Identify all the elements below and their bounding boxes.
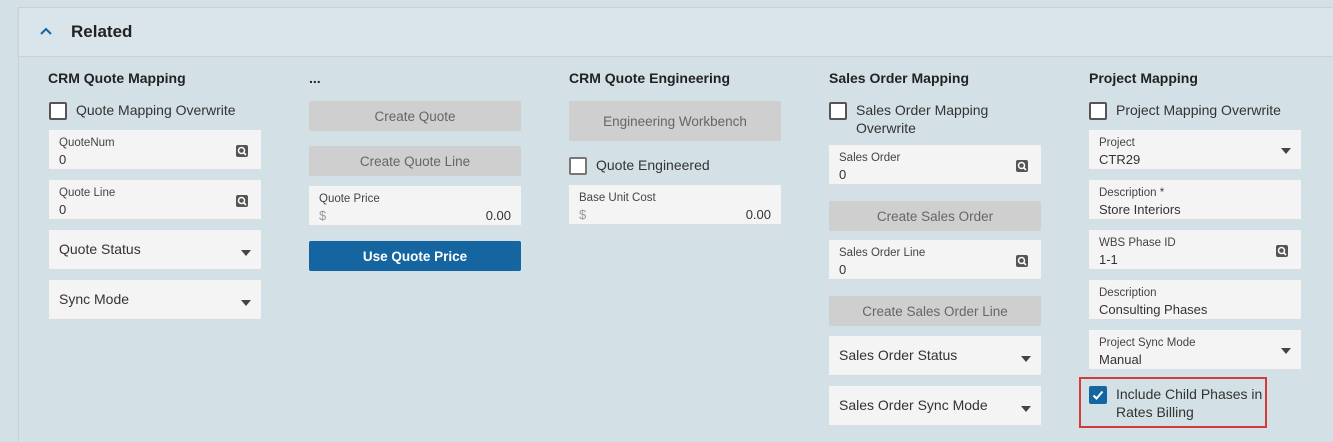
sales-order-line-field[interactable]: Sales Order Line 0	[829, 240, 1041, 280]
quote-engineered-checkbox[interactable]	[569, 157, 587, 175]
quote-engineered-label: Quote Engineered	[596, 157, 710, 173]
use-quote-price-button[interactable]: Use Quote Price	[309, 241, 521, 271]
wbs-phase-id-label: WBS Phase ID	[1099, 237, 1176, 249]
include-child-phases-checkbox[interactable]	[1089, 386, 1107, 404]
sales-order-field[interactable]: Sales Order 0	[829, 145, 1041, 185]
quotenum-field[interactable]: QuoteNum 0	[49, 130, 261, 170]
include-child-phases-label: Include Child Phases in Rates Billing	[1116, 385, 1262, 421]
quote-line-label: Quote Line	[59, 187, 116, 199]
sales-order-value[interactable]: 0	[839, 167, 846, 182]
create-sales-order-line-button[interactable]: Create Sales Order Line	[829, 296, 1041, 326]
description-value[interactable]: Store Interiors	[1099, 202, 1181, 217]
sales-order-label: Sales Order	[839, 152, 901, 164]
ellipsis-title: ...	[309, 70, 321, 86]
sales-order-mapping-overwrite[interactable]: Sales Order Mapping Overwrite	[829, 101, 988, 137]
sales-order-line-value[interactable]: 0	[839, 262, 846, 277]
checkmark-icon	[1092, 390, 1104, 400]
quotenum-value[interactable]: 0	[59, 152, 66, 167]
sync-mode-select[interactable]: Sync Mode	[49, 280, 261, 320]
search-icon[interactable]	[1275, 244, 1289, 258]
quote-price-label: Quote Price	[319, 193, 380, 205]
crm-quote-mapping-title: CRM Quote Mapping	[48, 70, 186, 86]
phase-description-field[interactable]: Description Consulting Phases	[1089, 280, 1301, 320]
sales-order-status-label: Sales Order Status	[839, 347, 958, 363]
description-field[interactable]: Description * Store Interiors	[1089, 180, 1301, 220]
sales-order-status-select[interactable]: Sales Order Status	[829, 336, 1041, 376]
create-quote-line-button[interactable]: Create Quote Line	[309, 146, 521, 176]
quote-status-label: Quote Status	[59, 241, 141, 257]
overwrite-label-line2: Overwrite	[856, 120, 916, 136]
quote-line-value[interactable]: 0	[59, 202, 66, 217]
engineering-workbench-button[interactable]: Engineering Workbench	[569, 101, 781, 141]
sales-order-sync-mode-select[interactable]: Sales Order Sync Mode	[829, 386, 1041, 426]
project-value[interactable]: CTR29	[1099, 152, 1140, 167]
search-icon[interactable]	[1015, 254, 1029, 268]
crm-quote-engineering-title: CRM Quote Engineering	[569, 70, 730, 86]
description-label: Description *	[1099, 187, 1165, 199]
project-mapping-overwrite[interactable]: Project Mapping Overwrite	[1089, 101, 1281, 120]
quote-price-field[interactable]: Quote Price $ 0.00	[309, 186, 521, 226]
project-sync-mode-label: Project Sync Mode	[1099, 337, 1196, 349]
base-unit-cost-value[interactable]: 0.00	[746, 207, 771, 222]
currency-symbol: $	[319, 208, 327, 223]
project-mapping-title: Project Mapping	[1089, 70, 1198, 86]
wbs-phase-id-value[interactable]: 1-1	[1099, 252, 1118, 267]
quote-price-value[interactable]: 0.00	[486, 208, 511, 223]
project-select[interactable]: Project CTR29	[1089, 130, 1301, 170]
quote-engineered[interactable]: Quote Engineered	[569, 156, 710, 175]
section-body: CRM Quote Mapping Quote Mapping Overwrit…	[18, 57, 1333, 442]
quotenum-label: QuoteNum	[59, 137, 115, 149]
search-icon[interactable]	[1015, 159, 1029, 173]
chevron-up-icon[interactable]	[39, 25, 53, 39]
quote-status-select[interactable]: Quote Status	[49, 230, 261, 270]
section-header[interactable]: Related	[18, 7, 1333, 57]
create-quote-button[interactable]: Create Quote	[309, 101, 521, 131]
quote-mapping-overwrite-label: Quote Mapping Overwrite	[76, 102, 236, 118]
dropdown-arrow-icon[interactable]	[241, 250, 251, 256]
project-mapping-overwrite-checkbox[interactable]	[1089, 102, 1107, 120]
base-unit-cost-label: Base Unit Cost	[579, 192, 656, 204]
related-panel: Related CRM Quote Mapping Quote Mapping …	[0, 0, 1333, 442]
sales-order-mapping-overwrite-checkbox[interactable]	[829, 102, 847, 120]
quote-line-field[interactable]: Quote Line 0	[49, 180, 261, 220]
project-sync-mode-value[interactable]: Manual	[1099, 352, 1142, 367]
phase-description-value[interactable]: Consulting Phases	[1099, 302, 1207, 317]
overwrite-label-line1: Sales Order Mapping	[856, 102, 989, 118]
project-mapping-overwrite-label: Project Mapping Overwrite	[1116, 102, 1281, 118]
section-title: Related	[71, 22, 133, 41]
wbs-phase-id-field[interactable]: WBS Phase ID 1-1	[1089, 230, 1301, 270]
sync-mode-label: Sync Mode	[59, 291, 130, 307]
search-icon[interactable]	[235, 194, 249, 208]
sales-order-mapping-overwrite-label: Sales Order Mapping Overwrite	[856, 101, 988, 137]
currency-symbol: $	[579, 207, 587, 222]
project-sync-mode-select[interactable]: Project Sync Mode Manual	[1089, 330, 1301, 370]
sales-order-sync-mode-label: Sales Order Sync Mode	[839, 397, 988, 413]
quote-mapping-overwrite[interactable]: Quote Mapping Overwrite	[49, 101, 236, 120]
dropdown-arrow-icon[interactable]	[1281, 348, 1291, 354]
include-label-line1: Include Child Phases in	[1116, 386, 1263, 402]
quote-mapping-overwrite-checkbox[interactable]	[49, 102, 67, 120]
search-icon[interactable]	[235, 144, 249, 158]
dropdown-arrow-icon[interactable]	[1021, 406, 1031, 412]
base-unit-cost-field[interactable]: Base Unit Cost $ 0.00	[569, 185, 781, 225]
create-sales-order-button[interactable]: Create Sales Order	[829, 201, 1041, 231]
project-label: Project	[1099, 137, 1135, 149]
dropdown-arrow-icon[interactable]	[1021, 356, 1031, 362]
dropdown-arrow-icon[interactable]	[241, 300, 251, 306]
phase-description-label: Description	[1099, 287, 1157, 299]
sales-order-mapping-title: Sales Order Mapping	[829, 70, 970, 86]
dropdown-arrow-icon[interactable]	[1281, 148, 1291, 154]
include-child-phases[interactable]: Include Child Phases in Rates Billing	[1089, 385, 1262, 421]
sales-order-line-label: Sales Order Line	[839, 247, 926, 259]
include-label-line2: Rates Billing	[1116, 404, 1194, 420]
